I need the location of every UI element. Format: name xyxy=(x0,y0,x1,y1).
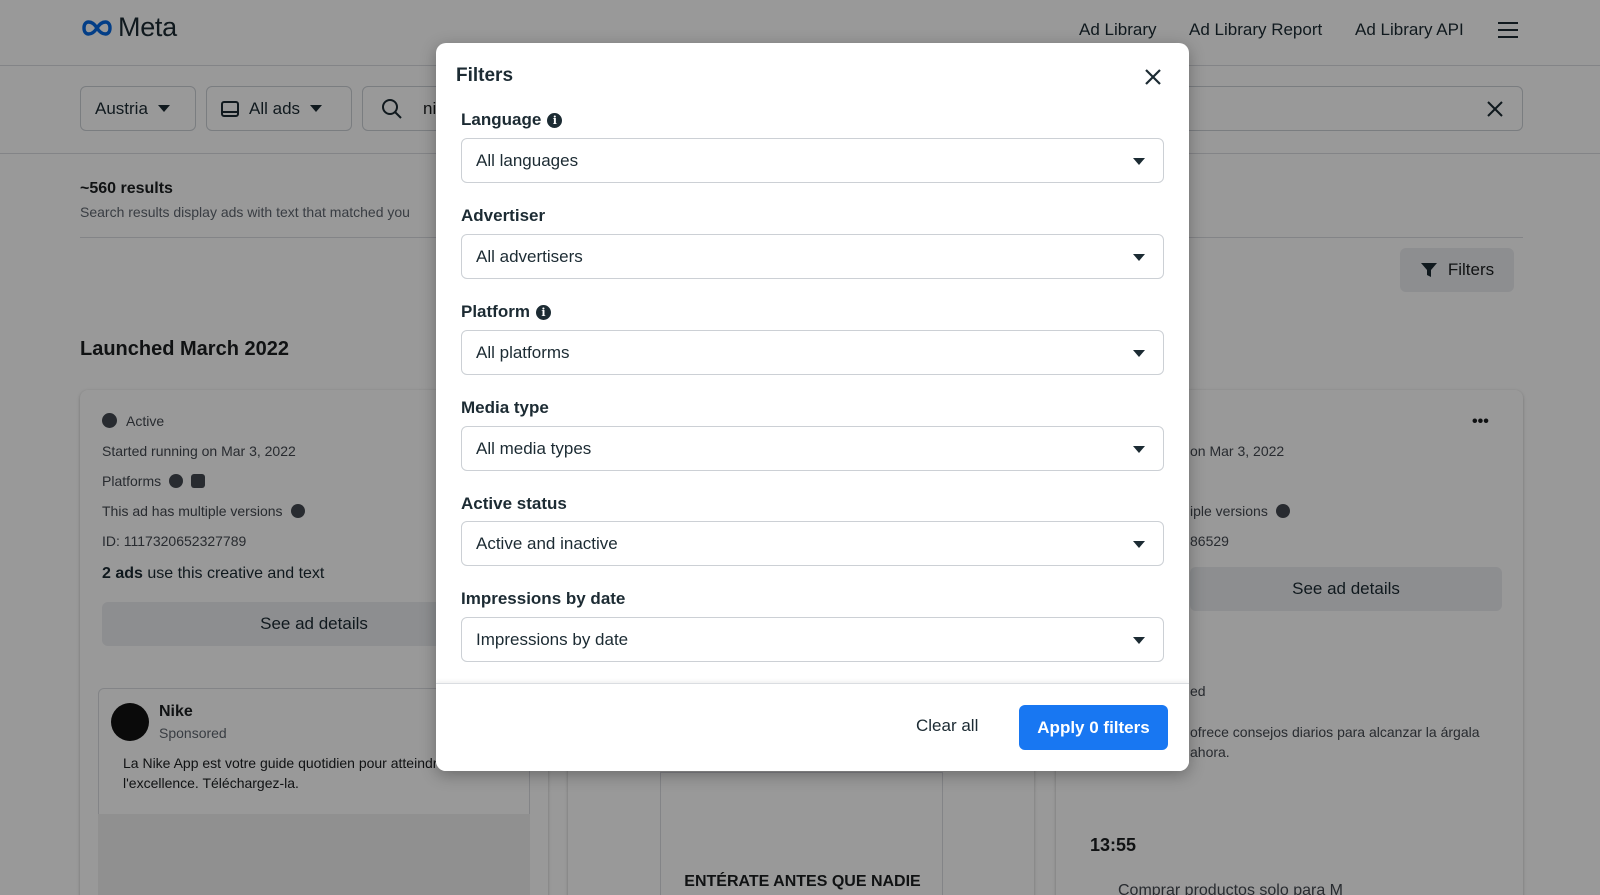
platform-dropdown[interactable]: All platforms xyxy=(461,330,1164,375)
clear-all-button[interactable]: Clear all xyxy=(916,716,978,736)
modal-footer: Clear all Apply 0 filters xyxy=(436,683,1189,771)
language-dropdown[interactable]: All languages xyxy=(461,138,1164,183)
info-icon[interactable]: i xyxy=(535,304,551,320)
caret-down-icon xyxy=(1133,446,1145,453)
impressions-dropdown[interactable]: Impressions by date xyxy=(461,617,1164,662)
advertiser-label: Advertiser xyxy=(461,206,546,225)
impressions-label: Impressions by date xyxy=(461,589,626,608)
info-icon[interactable]: i xyxy=(547,112,563,128)
active-status-label: Active status xyxy=(461,494,567,513)
caret-down-icon xyxy=(1133,637,1145,644)
language-label: Language i xyxy=(461,110,563,130)
apply-filters-button[interactable]: Apply 0 filters xyxy=(1019,705,1168,750)
active-status-dropdown[interactable]: Active and inactive xyxy=(461,521,1164,566)
filters-modal: Filters Language i All languages Advertis… xyxy=(436,43,1189,771)
caret-down-icon xyxy=(1133,254,1145,261)
media-type-label: Media type xyxy=(461,398,549,417)
modal-title: Filters xyxy=(456,65,514,86)
platform-label: Platform i xyxy=(461,302,551,322)
caret-down-icon xyxy=(1133,158,1145,165)
media-type-dropdown[interactable]: All media types xyxy=(461,426,1164,471)
close-icon[interactable] xyxy=(1142,66,1164,88)
caret-down-icon xyxy=(1133,541,1145,548)
advertiser-dropdown[interactable]: All advertisers xyxy=(461,234,1164,279)
caret-down-icon xyxy=(1133,350,1145,357)
